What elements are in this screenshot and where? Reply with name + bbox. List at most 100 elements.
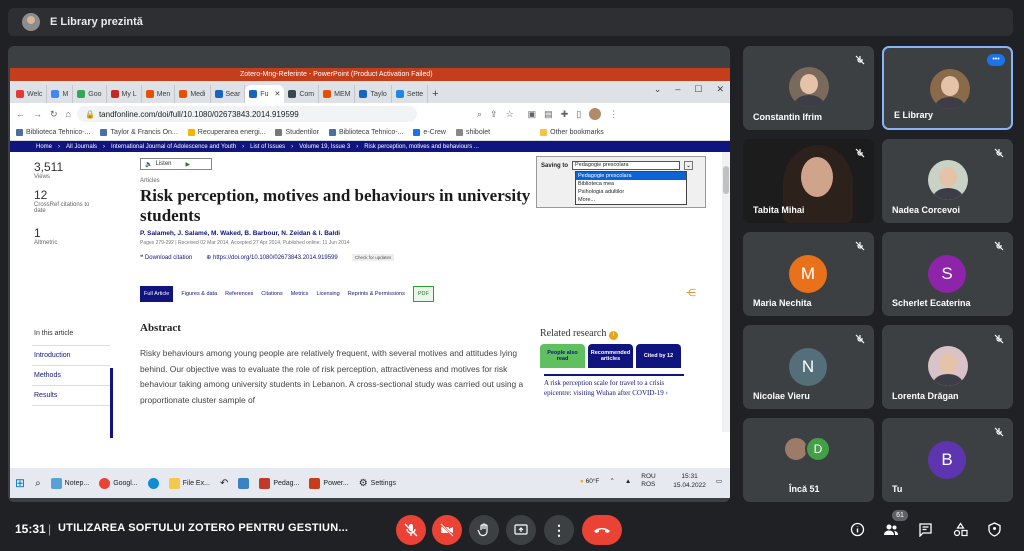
camera-toggle-button[interactable] xyxy=(432,515,462,545)
taskbar-app[interactable] xyxy=(233,468,254,498)
bookmark[interactable]: Biblioteca Tehnico-... xyxy=(328,129,403,136)
new-tab-button[interactable]: + xyxy=(428,85,442,103)
tab-full-article[interactable]: Full Article xyxy=(140,286,174,302)
breadcrumb-item[interactable]: Volume 19, Issue 3 xyxy=(299,144,350,150)
tray-chevron-icon[interactable]: ⌃ xyxy=(609,477,614,485)
download-citation-link[interactable]: ❝ Download citation xyxy=(140,254,192,261)
tab-people-also-read[interactable]: People also read xyxy=(540,344,585,368)
breadcrumb-item[interactable]: Home xyxy=(36,144,52,150)
people-button[interactable] xyxy=(882,520,900,538)
activities-button[interactable] xyxy=(951,520,969,538)
tab-metrics[interactable]: Metrics xyxy=(291,291,309,297)
browser-tab[interactable]: Taylo xyxy=(355,85,392,103)
participant-tile[interactable]: M Maria Nechita xyxy=(743,232,874,316)
browser-tab[interactable]: My L xyxy=(107,85,142,103)
info-icon[interactable]: i xyxy=(608,331,618,340)
participant-tile[interactable]: Constantin Ifrim xyxy=(743,46,874,130)
browser-tab[interactable]: Sear xyxy=(211,85,246,103)
tab-licensing[interactable]: Licensing xyxy=(316,291,339,297)
participant-tile[interactable]: N Nicolae Vieru xyxy=(743,325,874,409)
weather[interactable]: ● 60°F xyxy=(580,478,600,485)
browser-tab[interactable]: MEM xyxy=(319,85,356,103)
language-indicator[interactable]: ROU ROS xyxy=(641,473,663,489)
taskbar-app[interactable]: Googl... xyxy=(94,468,143,498)
taskbar-app[interactable] xyxy=(143,468,164,498)
leave-call-button[interactable] xyxy=(582,515,622,545)
breadcrumb-item[interactable]: List of Issues xyxy=(250,144,285,150)
collection-option[interactable]: Psihologia adultilor xyxy=(576,188,686,196)
reload-icon[interactable]: ↻ xyxy=(50,109,58,120)
tab-citations[interactable]: Citations xyxy=(261,291,282,297)
more-options-button[interactable]: ⋮ xyxy=(544,515,574,545)
breadcrumb-item[interactable]: International Journal of Adolescence and… xyxy=(111,144,236,150)
doi-link[interactable]: ⊕ https://doi.org/10.1080/02673843.2014.… xyxy=(206,254,337,261)
puzzle-icon[interactable]: ✚ xyxy=(561,109,569,120)
nav-link[interactable]: Results xyxy=(32,386,110,406)
related-article-link[interactable]: A risk perception scale for travel to a … xyxy=(544,374,684,398)
menu-icon[interactable]: ⋮ xyxy=(609,109,618,120)
collection-option[interactable]: Pedagogie prescolara xyxy=(576,172,686,180)
bookmark[interactable]: Biblioteca Tehnico-... xyxy=(16,129,90,136)
share-icon[interactable]: ⇪ xyxy=(490,109,498,120)
sidepanel-icon[interactable]: ▯ xyxy=(576,109,581,120)
host-controls-button[interactable] xyxy=(985,520,1003,538)
taskbar-app[interactable]: ↶ xyxy=(215,468,233,498)
close-tab-icon[interactable]: ✕ xyxy=(274,90,280,98)
bookmark[interactable]: Studentilor xyxy=(275,129,319,136)
notification-icon[interactable]: ▭ xyxy=(716,477,722,485)
network-icon[interactable]: ▲ xyxy=(625,478,631,485)
share-icon[interactable]: ⋲ xyxy=(686,288,696,299)
extension-icon[interactable]: ▤ xyxy=(544,109,553,120)
taskbar-app[interactable]: File Ex... xyxy=(164,468,215,498)
present-screen-button[interactable] xyxy=(506,515,536,545)
browser-tab[interactable]: Welc xyxy=(12,85,48,103)
start-button[interactable]: ⊞ xyxy=(10,468,30,498)
bookmark[interactable]: Taylor & Francis On... xyxy=(100,129,178,136)
tab-references[interactable]: References xyxy=(225,291,253,297)
tab-recommended[interactable]: Recommended articles xyxy=(588,344,633,368)
breadcrumb-item[interactable]: All Journals xyxy=(66,144,97,150)
profile-avatar[interactable] xyxy=(589,108,602,120)
home-icon[interactable]: ⌂ xyxy=(66,109,71,119)
browser-tab[interactable]: Sette xyxy=(392,85,429,103)
minimize-icon[interactable]: – xyxy=(675,84,680,95)
self-tile[interactable]: B Tu xyxy=(882,418,1013,502)
page-scrollbar[interactable] xyxy=(722,152,730,432)
participant-tile-video[interactable]: Tabita Mihai xyxy=(743,139,874,223)
close-window-icon[interactable]: ✕ xyxy=(716,84,724,95)
bookmark[interactable]: Recuperarea energi... xyxy=(187,129,265,136)
participant-tile[interactable]: S Scherlet Ecaterina xyxy=(882,232,1013,316)
browser-tab[interactable]: Goo xyxy=(73,85,107,103)
expand-icon[interactable]: ⌄ xyxy=(684,161,694,170)
article-authors[interactable]: P. Salameh, J. Salamé, M. Waked, B. Barb… xyxy=(140,230,340,237)
participant-tile[interactable]: Nadea Corcevoi xyxy=(882,139,1013,223)
collection-option[interactable]: Biblioteca mea xyxy=(576,180,686,188)
search-button[interactable]: ⌕ xyxy=(30,468,46,498)
mic-toggle-button[interactable] xyxy=(396,515,426,545)
bookmark[interactable]: e-Crew xyxy=(413,129,446,136)
meeting-details-button[interactable] xyxy=(848,520,866,538)
other-bookmarks[interactable]: Other bookmarks xyxy=(540,129,604,136)
tab-figures[interactable]: Figures & data xyxy=(181,291,217,297)
tray-clock[interactable]: 15:31 15.04.2022 xyxy=(673,472,706,490)
browser-tab[interactable]: Com xyxy=(284,85,320,103)
check-updates-button[interactable]: Check for updates xyxy=(351,254,395,261)
nav-link[interactable]: Introduction xyxy=(32,346,110,366)
browser-tab[interactable]: M xyxy=(47,85,74,103)
bookmark-star-icon[interactable]: ☆ xyxy=(506,109,514,120)
bookmark[interactable]: shibolet xyxy=(455,129,490,136)
tab-cited-by[interactable]: Cited by 12 xyxy=(636,344,681,368)
maximize-icon[interactable]: ☐ xyxy=(694,84,702,95)
more-participants-tile[interactable]: D Încă 51 xyxy=(743,418,874,502)
taskbar-app[interactable]: Pedag... xyxy=(254,468,304,498)
collection-option[interactable]: More... xyxy=(576,196,686,204)
collection-select[interactable]: Pedagogie prescolara xyxy=(572,161,681,170)
listen-button[interactable]: 🔈 Listen ▶ xyxy=(140,158,212,170)
participant-tile-presenter[interactable]: ••• E Library xyxy=(882,46,1013,130)
taskbar-app[interactable]: Notep... xyxy=(46,468,95,498)
zotero-extension-icon[interactable]: ▣ xyxy=(528,109,537,120)
back-icon[interactable]: ← xyxy=(16,109,25,119)
chat-button[interactable] xyxy=(916,520,934,538)
tab-reprints[interactable]: Reprints & Permissions xyxy=(348,291,405,297)
nav-link[interactable]: Methods xyxy=(32,366,110,386)
